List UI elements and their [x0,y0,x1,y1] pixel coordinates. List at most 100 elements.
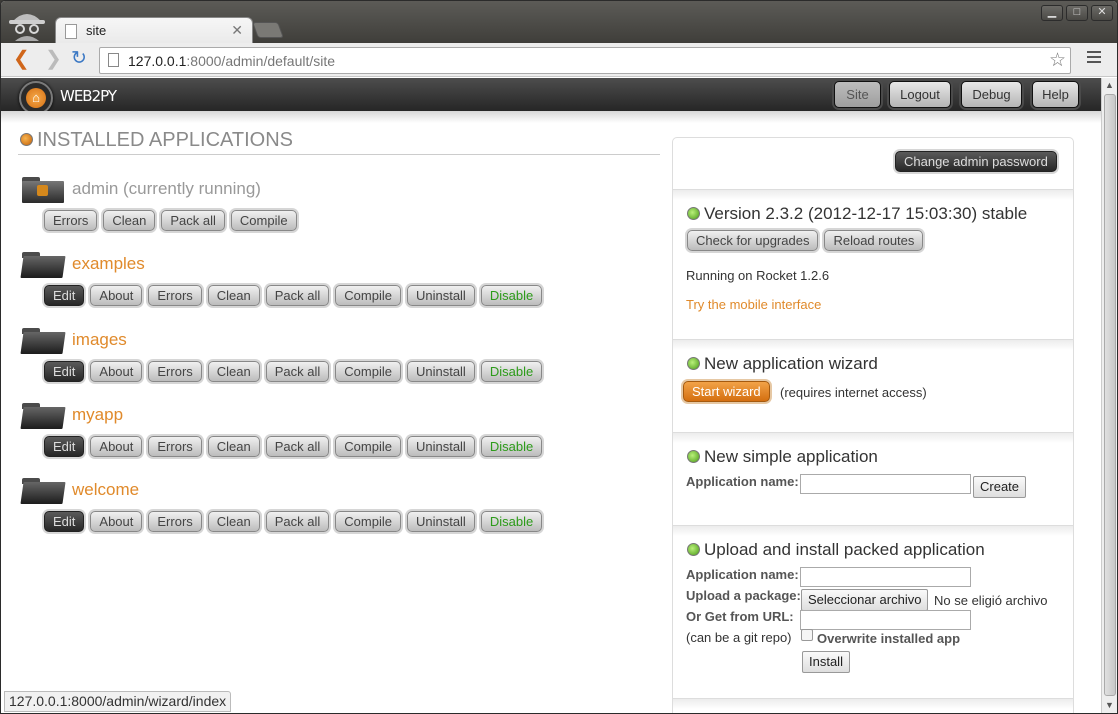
disable-button[interactable]: Disable [480,436,543,457]
compile-button[interactable]: Compile [335,285,401,306]
disable-button[interactable]: Disable [480,361,543,382]
compile-button[interactable]: Compile [230,210,297,231]
overwrite-checkbox[interactable] [801,629,813,641]
pack-all-button[interactable]: Pack all [265,511,330,532]
address-bar[interactable]: 127.0.0.1:8000/admin/default/site ☆ [99,47,1071,74]
about-button[interactable]: About [90,436,143,457]
create-button[interactable]: Create [973,476,1027,498]
errors-button[interactable]: Errors [148,436,202,457]
get-from-url-label: Or Get from URL: [686,609,794,624]
simple-app-title: New simple application [687,447,878,467]
nav-logout[interactable]: Logout [889,81,951,108]
compile-button[interactable]: Compile [335,436,401,457]
clean-button[interactable]: Clean [207,361,260,382]
app-name-link[interactable]: examples [72,254,145,274]
app-images: images Edit About Errors Clean Pack all Compi… [20,327,662,397]
disable-button[interactable]: Disable [480,285,543,306]
running-info: Running on Rocket 1.2.6 [686,268,830,283]
title-bar: site ✕ ▁ □ ✕ [1,1,1117,45]
errors-button[interactable]: Errors [148,511,202,532]
check-upgrades-button[interactable]: Check for upgrades [687,230,819,251]
pack-all-button[interactable]: Pack all [265,361,330,382]
edit-button[interactable]: Edit [44,436,85,457]
errors-button[interactable]: Errors [44,210,98,231]
wizard-title: New application wizard [687,354,878,374]
clean-button[interactable]: Clean [103,210,156,231]
compile-button[interactable]: Compile [335,511,401,532]
git-repo-note: (can be a git repo) [686,630,792,645]
close-window-icon[interactable]: ✕ [1091,5,1113,21]
vertical-scrollbar[interactable]: ▲ ▼ [1101,78,1117,713]
clean-button[interactable]: Clean [207,436,260,457]
upload-app-name-input[interactable] [800,567,971,587]
app-welcome: welcome Edit About Errors Clean Pack all Comp… [20,477,662,547]
about-button[interactable]: About [90,511,143,532]
overwrite-label: Overwrite installed app [817,631,961,646]
scroll-down-icon[interactable]: ▼ [1105,700,1114,710]
upload-app-name-label: Application name: [686,567,799,582]
minimize-icon[interactable]: ▁ [1041,5,1063,21]
clean-button[interactable]: Clean [207,285,260,306]
scroll-up-icon[interactable]: ▲ [1105,80,1114,90]
change-admin-password-button[interactable]: Change admin password [895,151,1057,172]
compile-button[interactable]: Compile [335,361,401,382]
errors-button[interactable]: Errors [148,285,202,306]
forward-icon[interactable]: ❯ [45,49,62,69]
uninstall-button[interactable]: Uninstall [406,511,475,532]
installed-heading: INSTALLED APPLICATIONS [18,128,660,155]
pack-all-button[interactable]: Pack all [265,436,330,457]
pack-all-button[interactable]: Pack all [161,210,225,231]
nav-site[interactable]: Site [834,81,881,108]
about-button[interactable]: About [90,361,143,382]
edit-button[interactable]: Edit [44,511,85,532]
incognito-icon [9,14,45,41]
mobile-interface-link[interactable]: Try the mobile interface [686,297,821,312]
page-icon [65,24,77,39]
pack-all-button[interactable]: Pack all [265,285,330,306]
installed-applications: INSTALLED APPLICATIONS admin (currently … [18,128,660,532]
app-name-link[interactable]: welcome [72,480,139,500]
uninstall-button[interactable]: Uninstall [406,436,475,457]
choose-file-button[interactable]: Seleccionar archivo [801,589,929,611]
wizard-section: New application wizard Start wizard (req… [673,339,1073,432]
disable-button[interactable]: Disable [480,511,543,532]
browser-toolbar: ❮ ❯ ↻ 127.0.0.1:8000/admin/default/site … [1,43,1117,77]
url-input[interactable] [800,610,971,630]
home-button[interactable]: ⌂ [19,81,53,115]
app-button-row: Edit About Errors Clean Pack all Compile Unins… [40,511,544,532]
nav-help[interactable]: Help [1032,81,1079,108]
nav-debug[interactable]: Debug [961,81,1022,108]
edit-button[interactable]: Edit [44,285,85,306]
web2py-logo: WEB2PY [60,87,117,105]
menu-icon[interactable] [1087,51,1101,66]
edit-button[interactable]: Edit [44,361,85,382]
new-tab-button[interactable] [252,22,284,38]
uninstall-button[interactable]: Uninstall [406,285,475,306]
install-button[interactable]: Install [802,651,850,673]
tab-title: site [86,23,107,38]
app-name-link[interactable]: myapp [72,405,123,425]
uninstall-button[interactable]: Uninstall [406,361,475,382]
back-icon[interactable]: ❮ [13,49,30,69]
url-text: 127.0.0.1:8000/admin/default/site [128,53,336,69]
about-button[interactable]: About [90,285,143,306]
clean-button[interactable]: Clean [207,511,260,532]
browser-tab[interactable]: site ✕ [55,17,253,45]
errors-button[interactable]: Errors [148,361,202,382]
scroll-thumb[interactable] [1104,94,1116,696]
app-name-link[interactable]: images [72,330,127,350]
start-wizard-button[interactable]: Start wizard [683,381,770,402]
app-myapp: myapp Edit About Errors Clean Pack all Compil… [20,402,662,472]
upload-title: Upload and install packed application [687,540,985,560]
close-tab-icon[interactable]: ✕ [231,22,243,39]
application-name-input[interactable] [800,474,971,494]
green-bullet-icon [687,357,700,370]
app-button-row: Edit About Errors Clean Pack all Compile Unins… [40,285,544,306]
bookmark-star-icon[interactable]: ☆ [1049,49,1066,72]
maximize-icon[interactable]: □ [1066,5,1088,21]
home-icon: ⌂ [26,88,46,108]
folder-icon [20,328,66,354]
reload-routes-button[interactable]: Reload routes [824,230,924,251]
reload-icon[interactable]: ↻ [71,49,87,69]
no-file-chosen: No se eligió archivo [934,593,1048,608]
